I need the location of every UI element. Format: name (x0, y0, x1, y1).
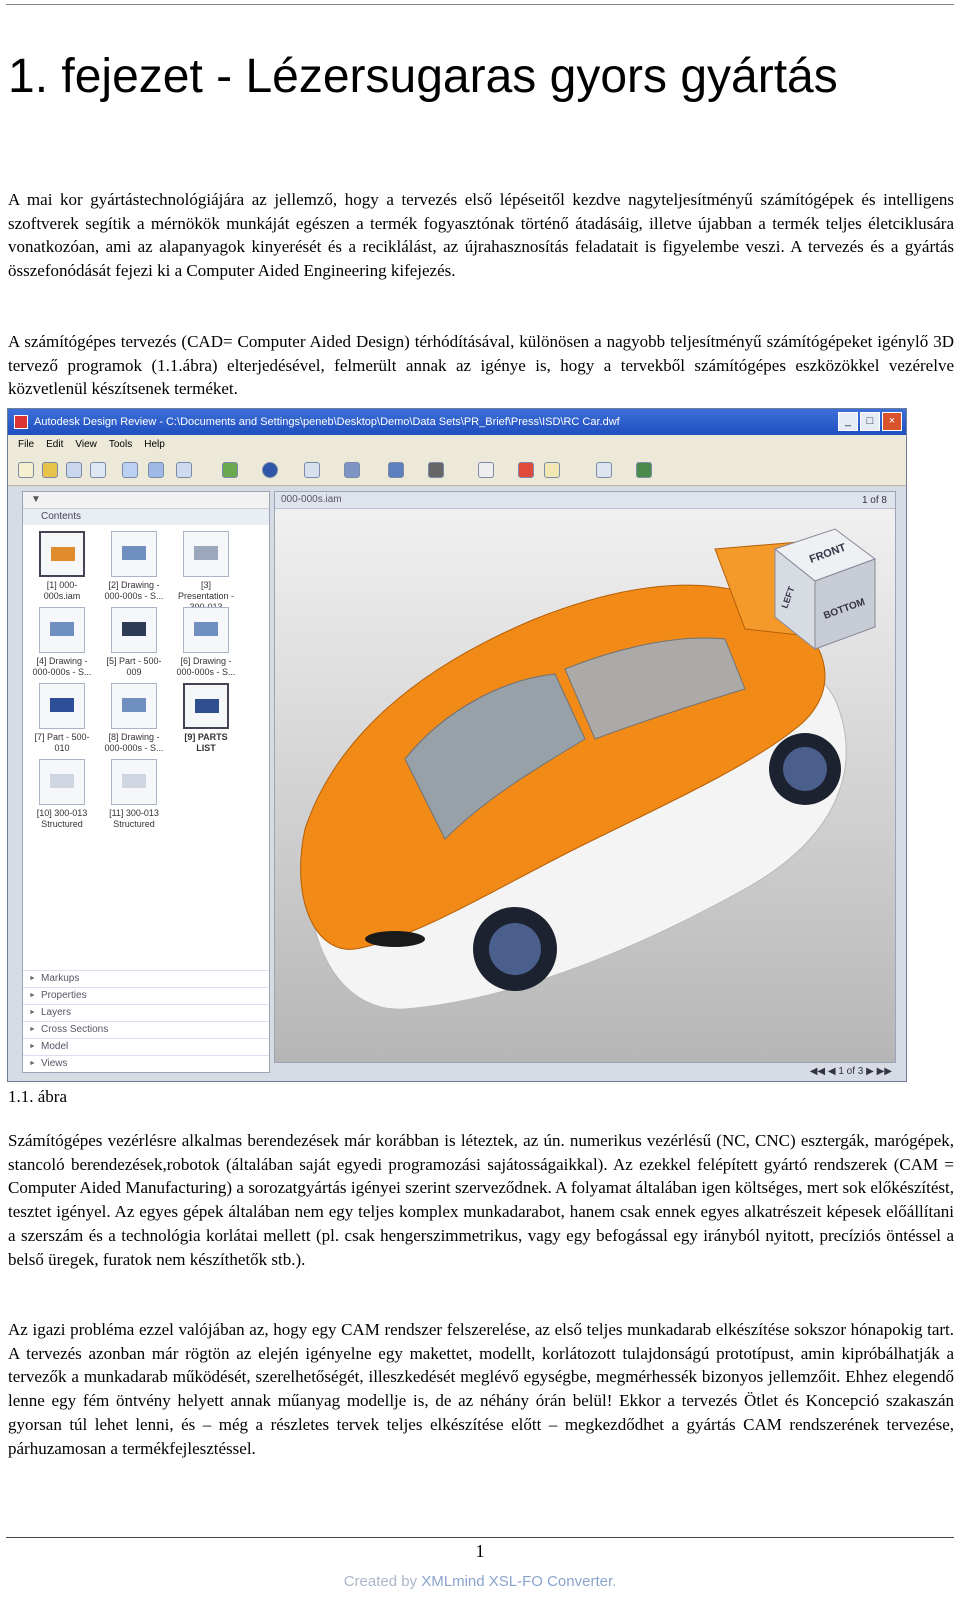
grid-icon (596, 462, 612, 478)
paragraph-3: Számítógépes vezérlésre alkalmas berende… (8, 1131, 954, 1269)
panel-header: ▼ (23, 492, 269, 509)
thumbnail-item: [5] Part - 500-009 (103, 607, 165, 678)
open-icon (18, 462, 34, 478)
thumbnail-grid: [1] 000-000s.iam [2] Drawing - 000-000s … (23, 525, 269, 987)
app-icon (14, 415, 28, 429)
thumbnail-item: [3] Presentation - 300-013 (175, 531, 237, 613)
thumbnail-image (39, 531, 85, 577)
folder-icon (42, 462, 58, 478)
paragraph-4: Az igazi probléma ezzel valójában az, ho… (8, 1320, 954, 1458)
headlight (365, 931, 425, 947)
thumbnail-item: [1] 000-000s.iam (31, 531, 93, 602)
window-title: Autodesk Design Review - C:\Documents an… (34, 416, 620, 428)
globe-icon (636, 462, 652, 478)
thumbnail-image (183, 531, 229, 577)
redline-icon (518, 462, 534, 478)
panel-properties: Properties (23, 987, 269, 1004)
figure-design-review-screenshot: Autodesk Design Review - C:\Documents an… (7, 408, 907, 1082)
menu-file: File (18, 439, 35, 450)
page-navigator: 1 of 8 (861, 495, 887, 506)
print-icon (90, 462, 106, 478)
contents-label: Contents (23, 509, 269, 525)
status-page: 1 of 3 (838, 1066, 864, 1077)
credit-prefix: Created by (343, 1573, 422, 1590)
panel-markups: Markups (23, 970, 269, 987)
save-icon (66, 462, 82, 478)
thumbnail-image (39, 759, 85, 805)
menu-help: Help (144, 439, 165, 450)
menu-view: View (75, 439, 97, 450)
thumbnail-item: [10] 300-013 Structured (31, 759, 93, 830)
window-titlebar: Autodesk Design Review - C:\Documents an… (8, 409, 906, 435)
panel-cross-sections: Cross Sections (23, 1021, 269, 1038)
markup-icon (478, 462, 494, 478)
measure-icon (388, 462, 404, 478)
footer-credit: Created by XMLmind XSL-FO Converter. (0, 1573, 960, 1590)
credit-brand-link[interactable]: XMLmind XSL-FO Converter (421, 1573, 612, 1590)
select-icon (122, 462, 138, 478)
thumbnail-item: [6] Drawing - 000-000s - S... (175, 607, 237, 678)
viewport-tab-label: 000-000s.iam (281, 494, 342, 505)
paragraph-1: A mai kor gyártástechnológiájára az jell… (8, 190, 954, 281)
view-icon (262, 462, 278, 478)
thumbnail-image (39, 607, 85, 653)
maximize-icon: □ (860, 412, 880, 431)
rear-rim (783, 747, 827, 791)
render-icon (428, 462, 444, 478)
figure-caption: 1.1. ábra (8, 1087, 68, 1106)
toolbar (8, 455, 906, 486)
panel-model: Model (23, 1038, 269, 1055)
credit-suffix: . (612, 1573, 617, 1590)
thumbnail-image (39, 683, 85, 729)
contents-panel: ▼ Contents [1] 000-000s.iam [2] Drawing … (22, 491, 270, 1073)
paragraph-2: A számítógépes tervezés (CAD= Computer A… (8, 332, 954, 399)
model-viewport: 000-000s.iam 1 of 8 FRONT BOTTOM LEFT (274, 491, 896, 1063)
thumbnail-item: [9] PARTS LIST (175, 683, 237, 754)
thumbnail-item: [11] 300-013 Structured (103, 759, 165, 830)
thumbnail-image (183, 607, 229, 653)
status-bar: ◀◀ ◀ 1 of 3 ▶ ▶▶ (809, 1066, 892, 1077)
thumbnail-image (111, 607, 157, 653)
pan-icon (148, 462, 164, 478)
thumbnail-item: [7] Part - 500-010 (31, 683, 93, 754)
zoom-icon (176, 462, 192, 478)
viewport-tab: 000-000s.iam 1 of 8 (275, 492, 895, 509)
chapter-heading: 1. fejezet - Lézersugaras gyors gyártás (8, 50, 838, 103)
thumbnail-image (111, 759, 157, 805)
front-rim (489, 923, 541, 975)
footer-rule (6, 1537, 954, 1538)
callout-icon (544, 462, 560, 478)
walk-icon (304, 462, 320, 478)
menu-tools: Tools (108, 439, 133, 450)
thumbnail-image (183, 683, 229, 729)
thumbnail-item: [8] Drawing - 000-000s - S... (103, 683, 165, 754)
orbit-icon (222, 462, 238, 478)
thumbnail-image (111, 683, 157, 729)
close-icon: × (882, 412, 902, 431)
thumbnail-item: [4] Drawing - 000-000s - S... (31, 607, 93, 678)
menu-edit: Edit (46, 439, 64, 450)
page-number: 1 (475, 1541, 485, 1561)
car-model-render: FRONT BOTTOM LEFT (300, 528, 877, 1010)
minimize-icon: _ (838, 412, 858, 431)
menu-bar: File Edit View Tools Help (8, 435, 906, 455)
panel-layers: Layers (23, 1004, 269, 1021)
top-rule (6, 4, 954, 5)
thumbnail-image (111, 531, 157, 577)
thumbnail-item: [2] Drawing - 000-000s - S... (103, 531, 165, 602)
section-icon (344, 462, 360, 478)
panel-views: Views (23, 1055, 269, 1072)
collapsed-panels: Markups Properties Layers Cross Sections… (23, 970, 269, 1072)
